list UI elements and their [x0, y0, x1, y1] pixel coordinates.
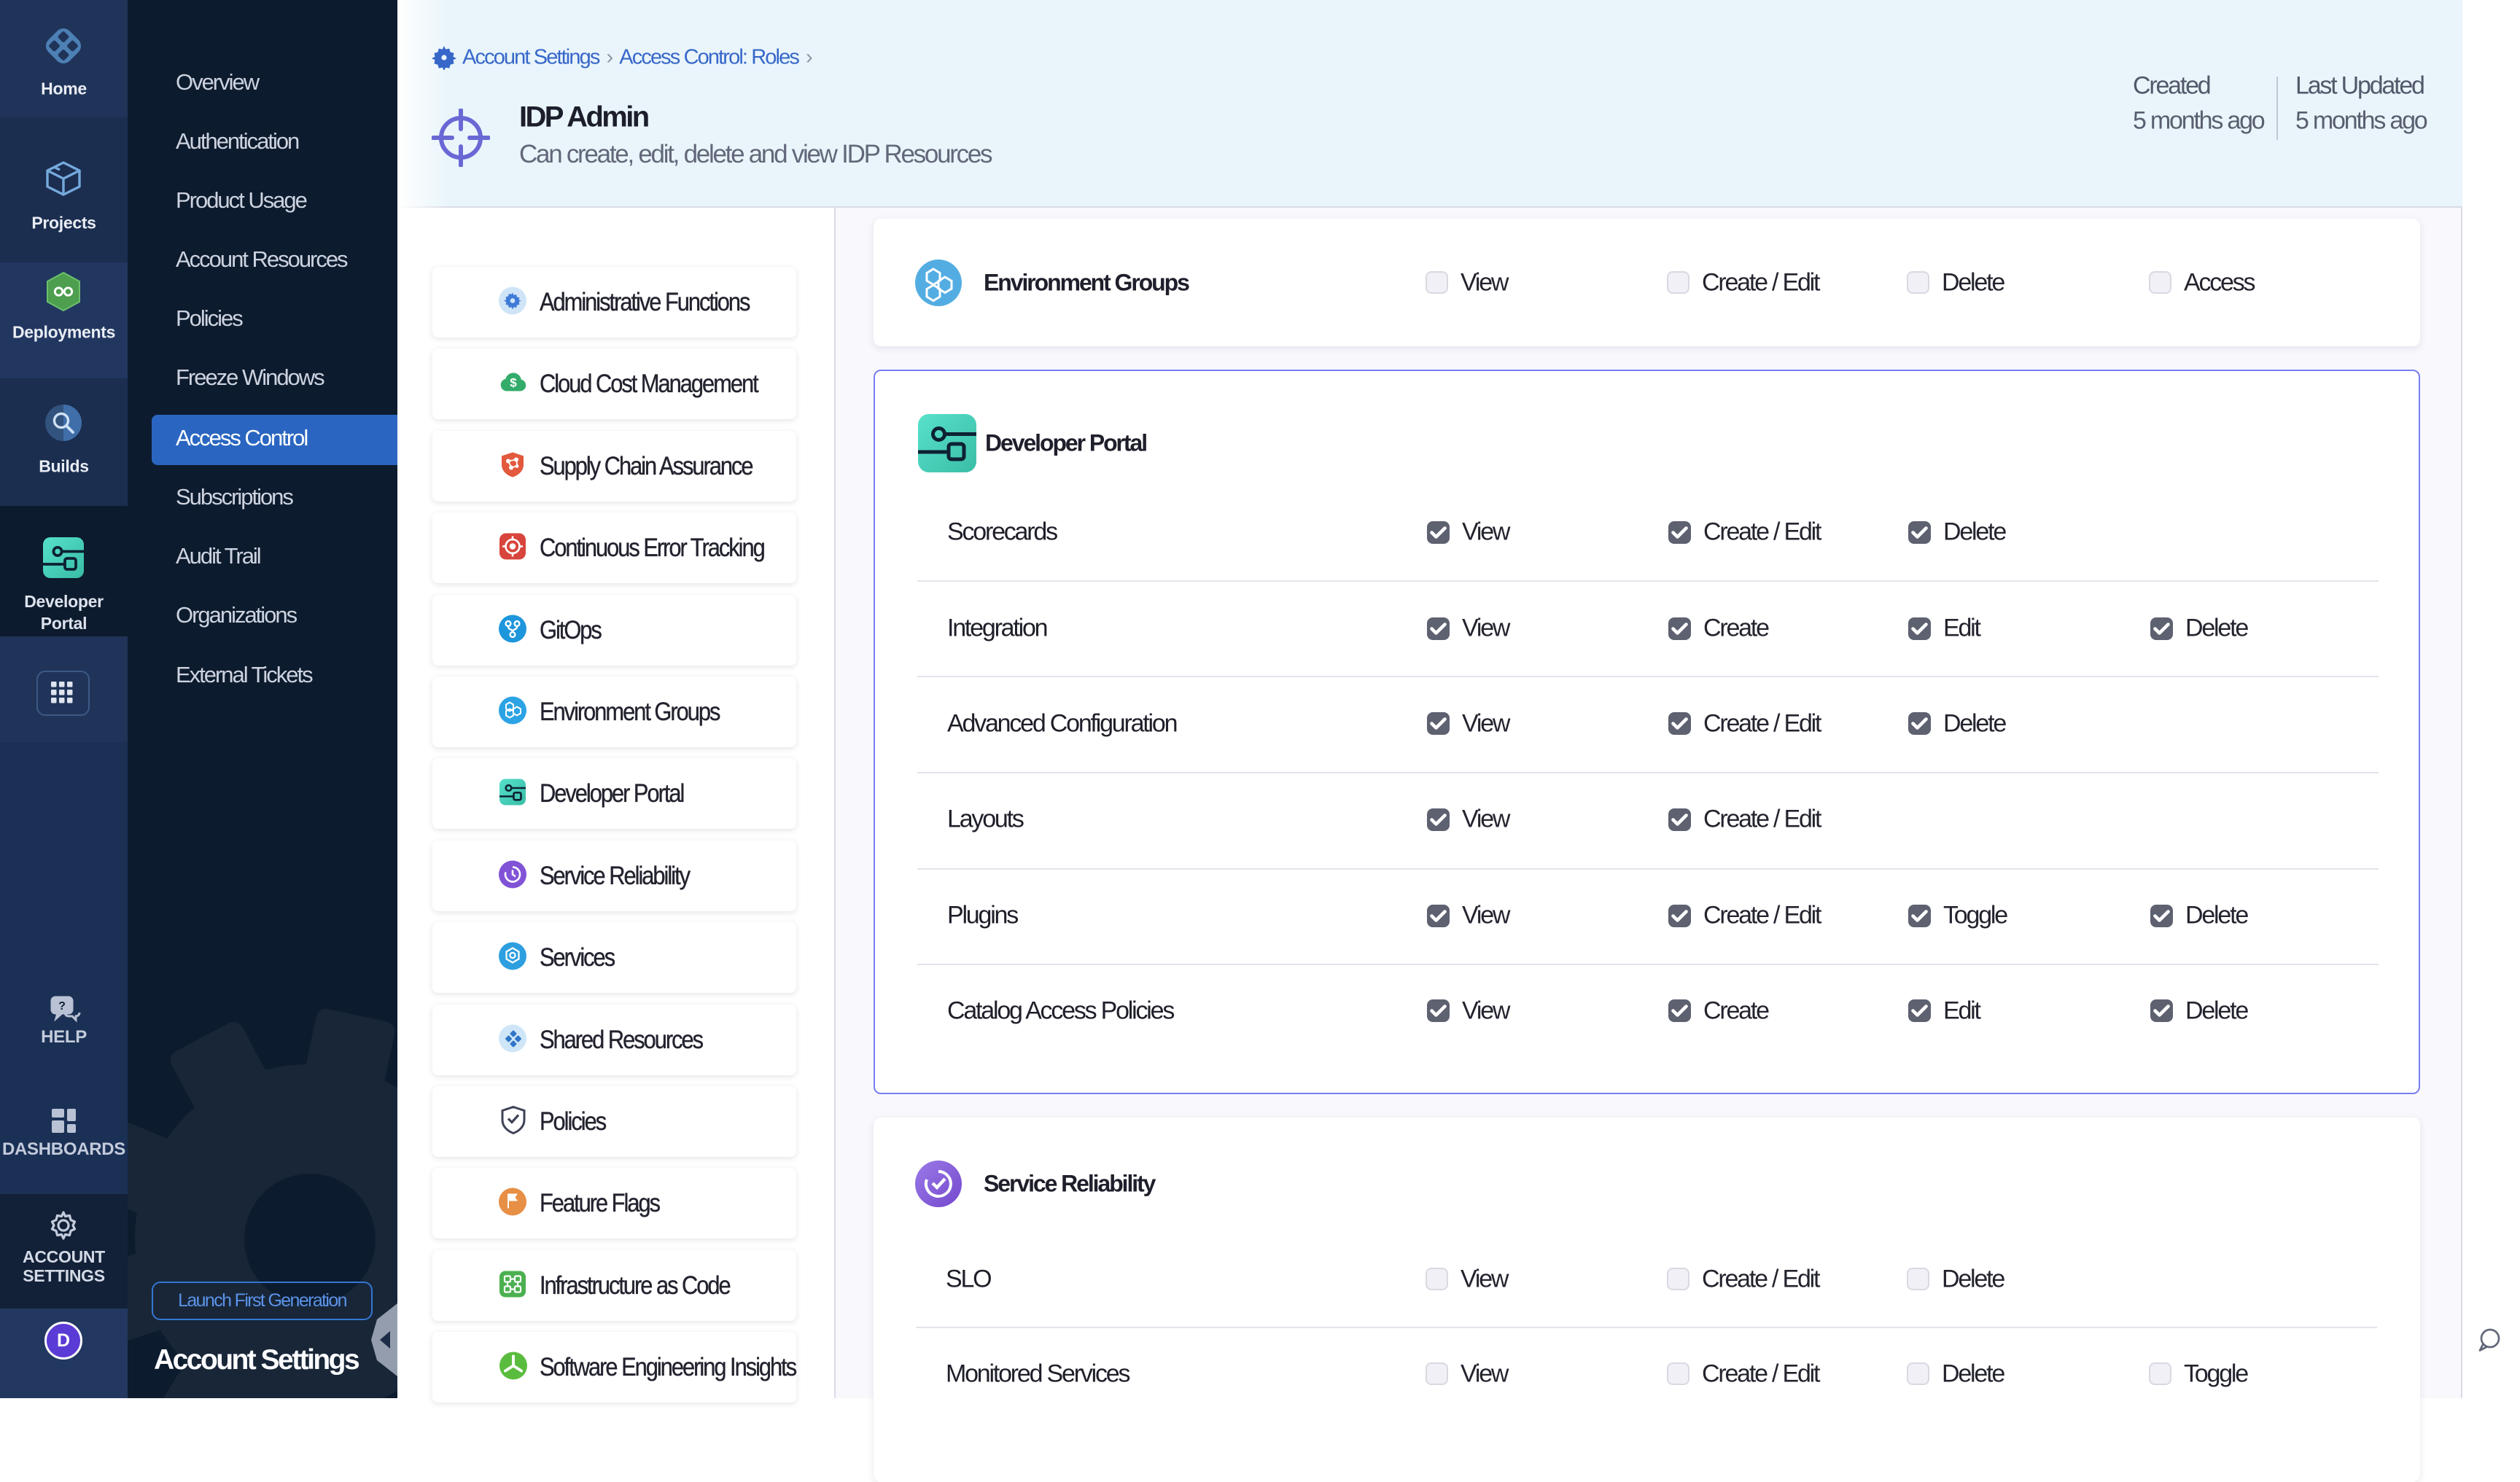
svg-text:$: $	[510, 375, 517, 389]
svg-text:?: ?	[58, 1000, 66, 1013]
